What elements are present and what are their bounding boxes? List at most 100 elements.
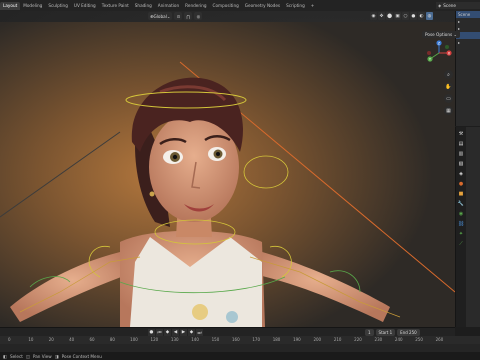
zoom-button[interactable]: ⌕ xyxy=(444,70,453,79)
workspace-tab[interactable]: Compositing xyxy=(210,2,242,10)
grid-icon: ▦ xyxy=(446,107,451,114)
proportional-edit-button[interactable]: ◎ xyxy=(194,12,203,20)
flower-print-2 xyxy=(226,311,238,323)
render-tab[interactable]: ▤ xyxy=(458,140,465,147)
perspective-toggle[interactable]: ▦ xyxy=(444,106,453,115)
workspace-tab[interactable]: UV Editing xyxy=(71,2,99,10)
pivot-button[interactable]: ⊙ xyxy=(174,12,183,20)
pose-options-dropdown[interactable]: Pose Options ⌄ xyxy=(422,31,461,38)
view-layer-tab[interactable]: ▧ xyxy=(458,160,465,167)
play-icon: ▶ xyxy=(181,330,186,335)
status-select: Select xyxy=(9,353,23,359)
wrench-icon: 🔧 xyxy=(457,200,465,207)
neg-x-axis-handle[interactable] xyxy=(427,51,431,55)
timeline-ruler[interactable]: 0 10 20 40 60 80 100 120 130 140 150 160 170 180 190 20… xyxy=(0,336,480,344)
timeline-body[interactable] xyxy=(0,344,480,352)
navigation-gizmo[interactable]: Z X Y xyxy=(426,40,452,66)
scene-tab[interactable]: ◈ xyxy=(458,170,465,177)
bone-tab[interactable]: ⟋ xyxy=(458,240,465,247)
play-button[interactable]: ▶ xyxy=(180,329,187,336)
magnet-icon: ⋂ xyxy=(186,13,191,19)
earring xyxy=(149,191,155,197)
constraints-tab[interactable]: ⛓ xyxy=(458,220,465,227)
end-value: 250 xyxy=(409,330,417,335)
ruler-tick: 160 xyxy=(232,337,240,342)
workspace-tab[interactable]: Sculpting xyxy=(45,2,71,10)
visibility-button[interactable]: ◉ xyxy=(370,12,377,20)
zoom-icon: ⌕ xyxy=(447,71,450,78)
outliner-row-label: Scene xyxy=(458,12,471,17)
output-tab[interactable]: ▥ xyxy=(458,150,465,157)
play-reverse-button[interactable]: ◀ xyxy=(172,329,179,336)
data-tab[interactable]: ✦ xyxy=(458,230,465,237)
jump-end-button[interactable]: ⏭ xyxy=(196,329,203,336)
ruler-tick: 190 xyxy=(293,337,301,342)
workspace-tab[interactable]: Animation xyxy=(155,2,182,10)
rendered-icon: ◍ xyxy=(427,13,432,19)
armature-icon: ✦ xyxy=(458,230,464,237)
shading-material[interactable]: ◐ xyxy=(418,12,425,20)
frame-fields: 1 Start 1 End 250 xyxy=(365,329,420,336)
neg-y-axis-handle[interactable] xyxy=(445,45,449,49)
scene-props-icon: ◈ xyxy=(459,170,463,177)
camera-view-button[interactable]: ▭ xyxy=(444,94,453,103)
shading-rendered[interactable]: ◍ xyxy=(426,12,433,20)
xray-toggle[interactable]: ▣ xyxy=(394,12,401,20)
ruler-tick: 180 xyxy=(272,337,281,342)
start-frame-field[interactable]: Start 1 xyxy=(375,329,396,336)
ruler-tick: 250 xyxy=(415,337,423,342)
scene-icon: ◈ xyxy=(438,3,442,8)
ruler-tick: 120 xyxy=(150,337,159,342)
scene-selector[interactable]: ◈ Scene xyxy=(436,2,480,9)
ruler-tick: 200 xyxy=(313,337,322,342)
shading-wireframe[interactable]: ○ xyxy=(402,12,409,20)
left-pupil xyxy=(172,154,178,160)
pan-button[interactable]: ✋ xyxy=(444,82,453,91)
tool-tab[interactable]: ⚒ xyxy=(458,130,465,137)
xray-icon: ▣ xyxy=(395,13,400,19)
outliner-row[interactable]: Scene xyxy=(456,11,480,18)
overlay-toggle[interactable]: ⬤ xyxy=(386,12,393,20)
ruler-tick: 0 xyxy=(8,337,11,342)
workspace-tab[interactable]: Geometry Nodes xyxy=(242,2,283,10)
end-label: End xyxy=(400,330,408,335)
wireframe-icon: ○ xyxy=(403,13,408,19)
right-pupil xyxy=(216,152,220,156)
ruler-tick: 100 xyxy=(130,337,138,342)
object-tab[interactable]: ■ xyxy=(458,190,465,197)
modifier-tab[interactable]: 🔧 xyxy=(458,200,465,207)
workspace-tab[interactable]: Modeling xyxy=(20,2,45,10)
physics-tab[interactable]: ◉ xyxy=(458,210,465,217)
status-context-menu: Pose Context Menu xyxy=(61,353,102,359)
next-key-button[interactable]: ◆ xyxy=(188,329,195,336)
snap-button[interactable]: ⋂ xyxy=(184,12,193,20)
workspace-tab[interactable]: Scripting xyxy=(283,2,308,10)
world-tab[interactable]: ● xyxy=(458,180,465,187)
constraint-icon: ⛓ xyxy=(457,220,465,227)
workspace-tab[interactable]: Texture Paint xyxy=(99,2,132,10)
transform-orientation-dropdown[interactable]: ⊕ Global ⌄ xyxy=(148,12,173,20)
world-icon: ● xyxy=(458,180,464,187)
render-icon: ▤ xyxy=(458,140,464,147)
gizmo-toggle[interactable]: ✥ xyxy=(378,12,385,20)
prev-key-button[interactable]: ◆ xyxy=(164,329,171,336)
workspace-tab[interactable]: Rendering xyxy=(182,2,209,10)
record-icon: ● xyxy=(149,330,154,335)
orientation-label: Global xyxy=(153,13,167,19)
overlay-icon: ⬤ xyxy=(386,13,393,19)
ruler-tick: 10 xyxy=(28,337,34,342)
outliner-row[interactable]: ▸ xyxy=(456,39,480,46)
keyframe-button[interactable]: ● xyxy=(148,329,155,336)
workspace-tab[interactable]: + xyxy=(308,2,318,10)
current-frame-field[interactable]: 1 xyxy=(365,329,374,336)
gizmo-icon: ✥ xyxy=(379,13,384,19)
outliner-row[interactable]: ▸ xyxy=(456,18,480,25)
ruler-tick: 220 xyxy=(354,337,362,342)
shading-solid[interactable]: ● xyxy=(410,12,417,20)
end-frame-field[interactable]: End 250 xyxy=(397,329,420,336)
jump-start-icon: ⏮ xyxy=(157,330,162,336)
workspace-tab[interactable]: Layout xyxy=(0,2,21,10)
jump-start-button[interactable]: ⏮ xyxy=(156,329,163,336)
scene-label: Scene xyxy=(443,3,457,8)
workspace-tab[interactable]: Shading xyxy=(132,2,155,10)
